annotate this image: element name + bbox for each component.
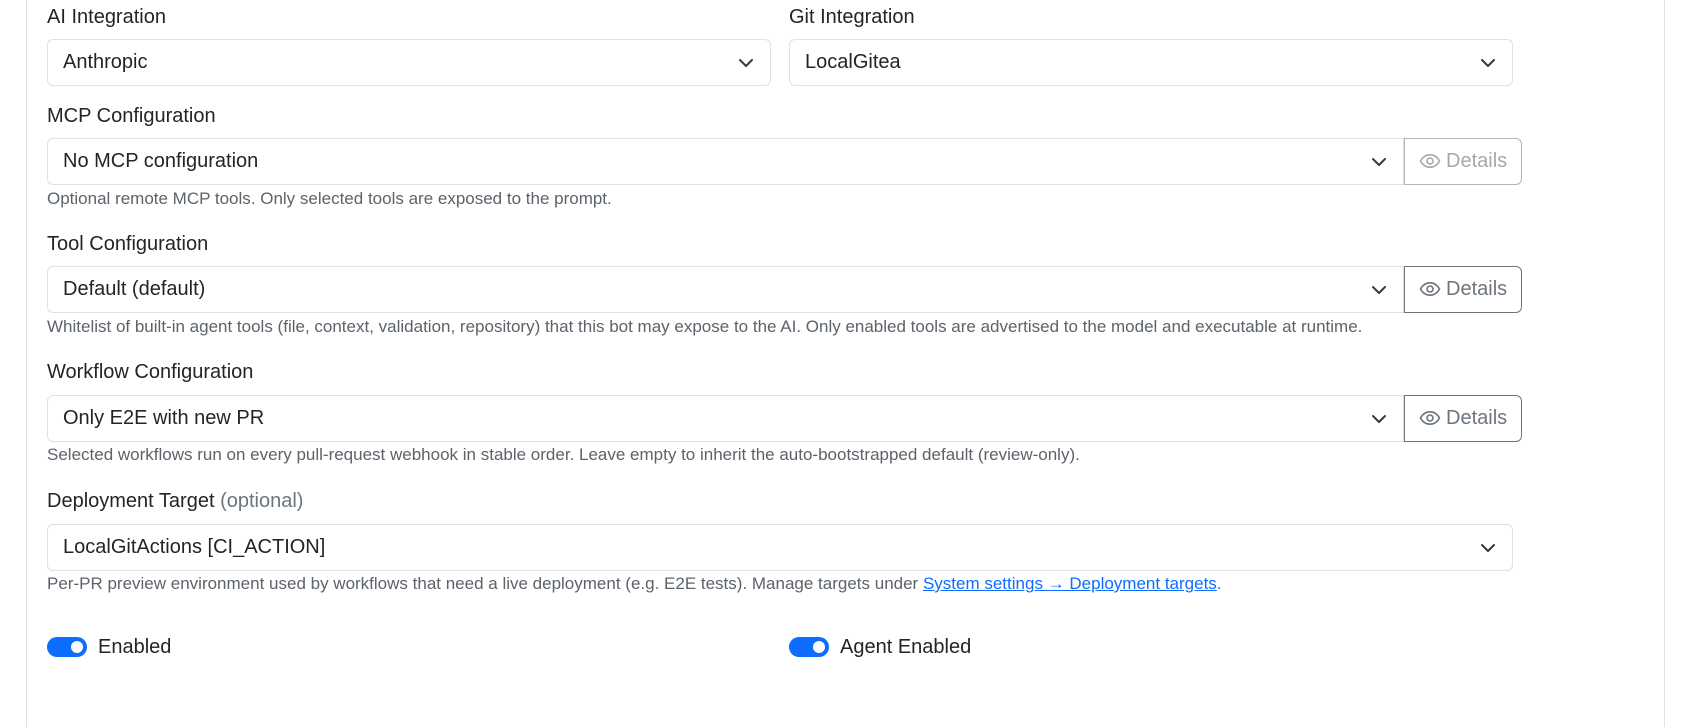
mcp-configuration-select[interactable]: No MCP configuration [47, 138, 1404, 185]
switch-knob [813, 641, 825, 653]
chevron-down-icon [1481, 544, 1495, 552]
mcp-configuration-label: MCP Configuration [47, 105, 216, 127]
chevron-down-icon [739, 59, 753, 67]
workflow-details-label: Details [1446, 407, 1508, 429]
mcp-details-button[interactable]: Details [1404, 138, 1522, 185]
agent-enabled-label: Agent Enabled [840, 636, 972, 658]
workflow-details-button[interactable]: Details [1404, 395, 1522, 442]
eye-icon [1419, 281, 1441, 297]
ai-integration-label: AI Integration [47, 6, 166, 28]
bot-settings-form: AI Integration Anthropic Git Integration… [26, 0, 1665, 727]
deployment-target-label: Deployment Target (optional) [47, 489, 303, 513]
ai-integration-value: Anthropic [63, 51, 148, 73]
enabled-toggle-row: Enabled [47, 633, 171, 661]
tool-details-label: Details [1446, 278, 1508, 300]
tool-configuration-help: Whitelist of built-in agent tools (file,… [47, 317, 1363, 336]
deployment-target-select[interactable]: LocalGitActions [CI_ACTION] [47, 524, 1513, 571]
ai-integration-select[interactable]: Anthropic [47, 39, 771, 86]
deployment-target-label-text: Deployment Target [47, 490, 215, 512]
mcp-configuration-help: Optional remote MCP tools. Only selected… [47, 189, 612, 208]
git-integration-label: Git Integration [789, 6, 915, 28]
mcp-configuration-value: No MCP configuration [63, 150, 259, 172]
deployment-targets-link[interactable]: System settings → Deployment targets [923, 574, 1217, 593]
tool-details-button[interactable]: Details [1404, 266, 1522, 313]
workflow-configuration-value: Only E2E with new PR [63, 407, 265, 429]
chevron-down-icon [1372, 158, 1386, 166]
eye-icon [1419, 153, 1441, 169]
agent-enabled-toggle-row: Agent Enabled [789, 633, 971, 661]
deployment-target-optional: (optional) [220, 490, 304, 512]
switch-knob [71, 641, 83, 653]
eye-icon [1419, 410, 1441, 426]
git-integration-value: LocalGitea [805, 51, 901, 73]
deployment-target-help-end: . [1216, 574, 1222, 593]
chevron-down-icon [1372, 286, 1386, 294]
enabled-switch[interactable] [47, 637, 87, 657]
git-integration-select[interactable]: LocalGitea [789, 39, 1513, 86]
deployment-target-help-text: Per-PR preview environment used by workf… [47, 574, 923, 593]
agent-enabled-switch[interactable] [789, 637, 829, 657]
tool-configuration-value: Default (default) [63, 278, 206, 300]
enabled-label: Enabled [98, 636, 172, 658]
tool-configuration-label: Tool Configuration [47, 233, 209, 255]
workflow-configuration-help: Selected workflows run on every pull-req… [47, 445, 1080, 464]
workflow-configuration-label: Workflow Configuration [47, 361, 254, 383]
tool-configuration-select[interactable]: Default (default) [47, 266, 1404, 313]
deployment-target-value: LocalGitActions [CI_ACTION] [63, 536, 326, 558]
chevron-down-icon [1481, 59, 1495, 67]
workflow-configuration-select[interactable]: Only E2E with new PR [47, 395, 1404, 442]
deployment-target-help: Per-PR preview environment used by workf… [47, 573, 1222, 595]
mcp-details-label: Details [1446, 150, 1508, 172]
chevron-down-icon [1372, 415, 1386, 423]
